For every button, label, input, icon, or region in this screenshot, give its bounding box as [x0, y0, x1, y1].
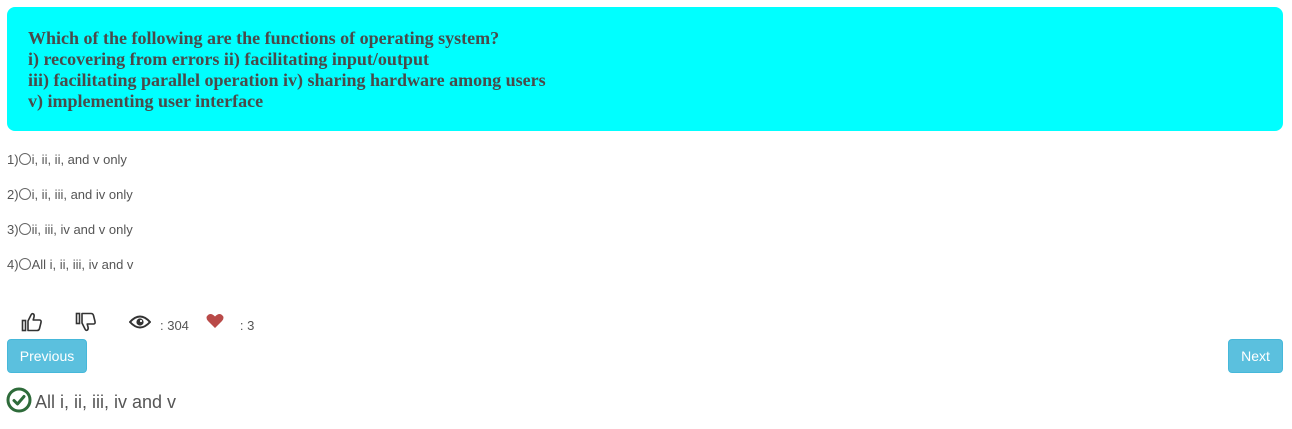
question-box: Which of the following are the functions…: [7, 7, 1283, 131]
question-line: v) implementing user interface: [28, 91, 264, 111]
heart-icon[interactable]: [206, 313, 224, 329]
next-button[interactable]: Next: [1228, 339, 1283, 373]
likes-count: : 3: [239, 317, 255, 333]
question-line: i) recovering from errors ii) facilitati…: [28, 49, 429, 69]
previous-button[interactable]: Previous: [7, 339, 87, 373]
views-count: : 304: [160, 317, 189, 333]
option-radio[interactable]: [18, 188, 31, 200]
check-circle-icon: [6, 387, 32, 413]
option-text: All i, ii, iii, iv and v: [31, 256, 134, 272]
question-line: iii) facilitating parallel operation iv)…: [28, 70, 546, 90]
option-4[interactable]: 4) All i, ii, iii, iv and v: [7, 256, 133, 272]
correct-answer: All i, ii, iii, iv and v: [6, 386, 176, 413]
eye-icon: [129, 314, 151, 330]
option-radio[interactable]: [18, 258, 31, 270]
thumbs-up-icon[interactable]: [21, 312, 43, 332]
option-number: 3): [7, 221, 19, 237]
option-text: i, ii, iii, and iv only: [31, 186, 133, 202]
option-2[interactable]: 2) i, ii, iii, and iv only: [7, 186, 133, 202]
stats-bar: : 304 : 3: [21, 311, 254, 333]
option-1[interactable]: 1) i, ii, ii, and v only: [7, 151, 127, 167]
option-text: i, ii, ii, and v only: [31, 151, 127, 167]
option-number: 1): [7, 151, 19, 167]
option-number: 2): [7, 186, 19, 202]
option-number: 4): [7, 256, 19, 272]
option-radio[interactable]: [18, 223, 31, 235]
option-text: ii, iii, iv and v only: [31, 221, 133, 237]
question-line: Which of the following are the functions…: [28, 28, 500, 48]
thumbs-down-icon[interactable]: [75, 312, 97, 332]
option-radio[interactable]: [18, 153, 31, 165]
answer-text: All i, ii, iii, iv and v: [35, 392, 177, 412]
option-3[interactable]: 3) ii, iii, iv and v only: [7, 221, 133, 237]
